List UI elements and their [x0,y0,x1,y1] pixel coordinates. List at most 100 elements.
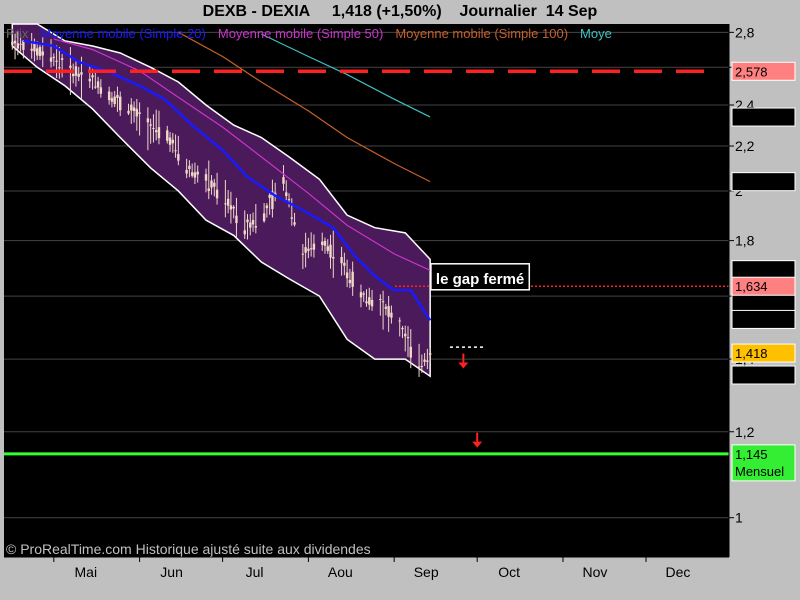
candle-body [398,320,401,322]
candle-body [30,48,33,51]
candle-body [171,139,174,144]
y-tick-label-1: 1 [735,510,743,526]
candle-body [215,189,219,199]
candle-body [423,359,426,362]
candle-body [80,72,83,75]
value-tag-2-text: 2,0398 [735,175,775,190]
value-tag-5-text: 1,5229 [735,312,775,327]
x-tick-label-Sep: Sep [414,564,439,580]
x-tick-label-Dec: Dec [666,564,691,580]
value-tag-1-text: 2,3395 [735,110,775,125]
candle-body [74,66,78,76]
candle-body [41,51,44,56]
candle-body [229,205,233,210]
legend-item-3: Moyenne mobile (Simple 50) [218,26,383,41]
candle-body [362,293,365,295]
candle-body [348,279,352,284]
candle-body [309,248,313,250]
candle-body [52,56,56,58]
candle-body [166,130,169,141]
candle-body [282,177,285,184]
value-tag-6: 1,418 [731,343,796,363]
candle-body [265,205,269,209]
candle-body [19,43,22,45]
candle-body [110,98,114,102]
x-tick-label-Jun: Jun [160,564,183,580]
candle-body [345,272,349,279]
value-tag-6-text: 1,418 [735,346,768,361]
level-tag-support-monthly: 1,145 Mensuel [731,444,796,482]
legend-item-5: Moye [580,26,612,41]
candle-body [232,206,235,209]
candle-body [146,118,150,123]
value-tag-7: 1,3535 [731,365,796,385]
chart-title: DEXB - DEXIA 1,418 (+1,50%) Journalier 1… [202,3,598,20]
candle-body [428,352,432,355]
legend-item-2: Moyenne mobile (Simple 20) [40,26,205,41]
candle-body [58,67,61,69]
candle-body [307,248,310,251]
candle-body [304,247,307,253]
x-tick-label-Oct: Oct [498,564,520,580]
candle-body [365,301,368,304]
candle-body [132,107,136,112]
candle-body [287,199,291,201]
value-tag-7-text: 1,3535 [735,368,775,383]
candle-body [196,171,199,175]
candle-body [420,366,424,368]
value-tag-2: 2,0398 [731,172,796,192]
candle-body [235,215,238,224]
level-tag-support-monthly-subtext: Mensuel [735,464,784,479]
candle-body [226,198,230,206]
candle-body [323,240,327,246]
candle-body [190,172,194,176]
candle-body [91,75,94,78]
candle-body [351,271,354,287]
candle-body [116,94,119,98]
candle-body [301,253,305,255]
candle-body [157,127,161,139]
candle-body [359,292,363,298]
candle-body [88,78,91,82]
candle-body [127,110,130,114]
candle-body [138,112,141,115]
legend: Prix Moyenne mobile (Simple 20) Moyenne mo… [6,26,612,41]
candle-body [262,213,266,222]
legend-item-1: Prix [6,26,29,41]
candle-body [36,48,39,56]
candle-body [130,104,133,111]
candle-body [177,154,180,161]
candle-body [99,87,103,94]
candle-body [13,40,17,44]
candle-body [185,169,188,174]
level-tag-gap-level-text: 1,634 [735,279,768,294]
candle-body [154,130,158,133]
candle-body [94,86,97,88]
candle-body [77,73,80,77]
candle-body [426,360,429,362]
candle-body [290,217,293,219]
candle-body [49,57,53,62]
candle-body [38,46,42,56]
candle-body [149,124,152,126]
legend-item-4: Moyenne mobile (Simple 100) [395,26,568,41]
price-chart[interactable]: le gap fermé Prix Moyenne mobile (Simple 2… [0,0,800,600]
candle-body [268,194,271,198]
candle-body [329,244,332,258]
candle-body [55,60,58,62]
candle-body [152,127,155,129]
candle-body [96,81,100,88]
level-tag-resistance: 2,578 [731,61,796,81]
candle-body [213,182,216,187]
candle-body [312,243,316,250]
x-tick-label-Aou: Aou [328,564,353,580]
candle-body [107,91,111,101]
copyright-text: © ProRealTime.com Historique ajusté suit… [6,541,371,557]
candle-body [384,306,388,309]
candle-body [210,180,213,188]
candle-body [204,174,208,181]
candle-body [326,246,329,251]
candle-body [321,241,324,245]
level-tag-support-monthly-text: 1,145 [735,447,768,462]
candle-body [224,203,227,205]
